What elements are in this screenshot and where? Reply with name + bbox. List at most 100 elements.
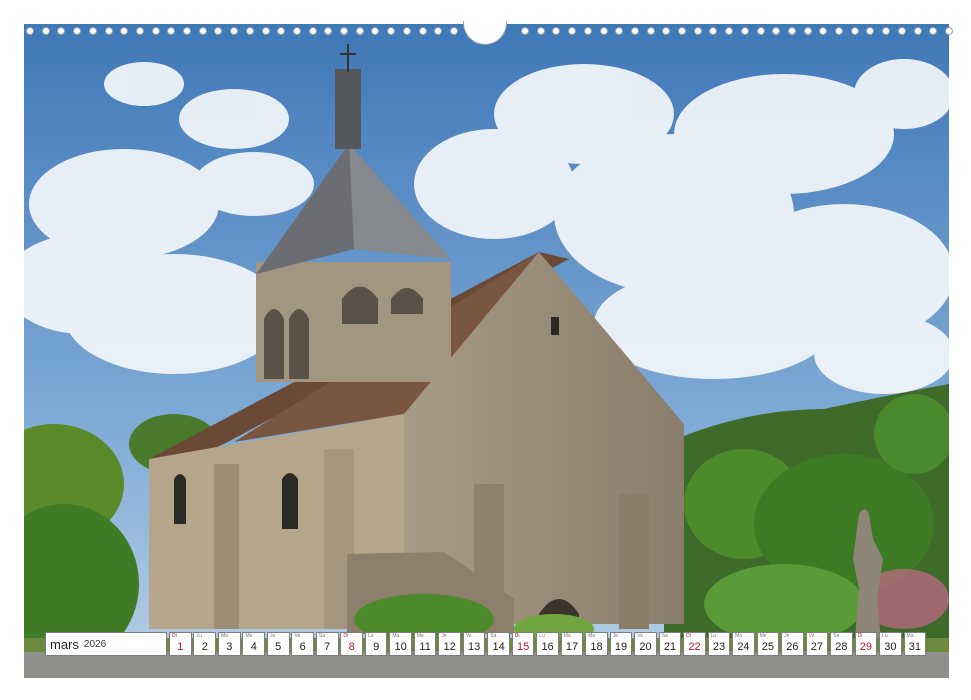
calendar-day: Sa 14 bbox=[487, 632, 510, 656]
day-number: 18 bbox=[590, 641, 603, 653]
binding-hole bbox=[599, 27, 608, 35]
day-number: 7 bbox=[324, 641, 331, 653]
church-photo-illustration bbox=[24, 24, 949, 678]
day-number: 19 bbox=[614, 641, 628, 653]
binding-hole bbox=[630, 27, 639, 35]
calendar-day: Me 25 bbox=[756, 632, 780, 656]
day-of-week: Me bbox=[588, 633, 596, 639]
day-of-week: Di bbox=[514, 633, 520, 639]
day-number: 28 bbox=[835, 641, 848, 653]
binding-hole bbox=[646, 27, 655, 35]
day-of-week: Je bbox=[784, 633, 790, 639]
day-of-week: Lu bbox=[710, 633, 717, 639]
binding-hole bbox=[135, 27, 144, 35]
binding-hole bbox=[104, 27, 113, 35]
calendar-day: Di 8 bbox=[340, 632, 363, 656]
binding-hole bbox=[449, 27, 458, 35]
binding-hole bbox=[245, 27, 254, 35]
calendar-day: Ve 13 bbox=[462, 632, 486, 656]
day-number: 10 bbox=[394, 641, 407, 653]
calendar-day: Je 5 bbox=[266, 632, 290, 656]
calendar-day: Di 1 bbox=[169, 632, 192, 656]
day-number: 17 bbox=[565, 641, 579, 653]
calendar-day: Ma 17 bbox=[560, 632, 584, 656]
calendar-day: Sa 7 bbox=[315, 632, 339, 656]
calendar-day: Ma 3 bbox=[217, 632, 241, 656]
binding-hole bbox=[740, 27, 749, 35]
day-of-week: Je bbox=[441, 633, 447, 639]
binding-hole bbox=[151, 27, 160, 35]
day-number: 1 bbox=[177, 641, 184, 653]
day-number: 2 bbox=[201, 641, 208, 653]
calendar-day: Je 12 bbox=[438, 632, 461, 656]
binding-hole bbox=[583, 27, 592, 35]
day-of-week: Di bbox=[857, 633, 863, 639]
year: 2026 bbox=[83, 638, 107, 650]
calendar-day: Je 19 bbox=[609, 632, 633, 656]
day-number: 5 bbox=[275, 641, 282, 653]
binding-hole bbox=[944, 27, 953, 35]
binding-hole bbox=[41, 27, 50, 35]
day-number: 14 bbox=[492, 641, 505, 653]
day-of-week: Di bbox=[686, 633, 691, 639]
binding-hole bbox=[292, 27, 301, 35]
calendar-day: Lu 9 bbox=[364, 632, 388, 656]
day-of-week: Lu bbox=[367, 633, 374, 639]
binding-hole bbox=[850, 27, 859, 35]
day-number: 6 bbox=[299, 641, 306, 653]
day-number: 24 bbox=[737, 641, 750, 653]
calendar-day: Lu 16 bbox=[536, 632, 559, 656]
day-number: 16 bbox=[541, 641, 554, 653]
calendar-day: Di 15 bbox=[511, 632, 535, 656]
month-name: mars bbox=[50, 636, 79, 652]
day-number: 9 bbox=[373, 641, 380, 653]
day-of-week: Ma bbox=[563, 633, 571, 639]
day-number: 21 bbox=[663, 641, 677, 653]
calendar-day: Ve 20 bbox=[634, 632, 657, 656]
day-of-week: Me bbox=[245, 633, 253, 639]
calendar-strip: mars 2026 Di 1 Lu 2 Ma 3 Me 4 Je 5 Ve 6 Sa 7 Di 8 Lu 9 Ma 1… bbox=[45, 632, 928, 656]
day-of-week: Ma bbox=[392, 633, 400, 639]
calendar-day: Ma 24 bbox=[732, 632, 755, 656]
day-of-week: Lu bbox=[196, 633, 203, 639]
day-number: 31 bbox=[908, 641, 921, 653]
day-of-week: Ma bbox=[906, 633, 914, 639]
calendar-day: Ma 10 bbox=[389, 632, 412, 656]
binding-hole bbox=[693, 27, 702, 35]
calendar-day: Lu 23 bbox=[707, 632, 731, 656]
binding-hole bbox=[521, 27, 529, 35]
day-number: 11 bbox=[419, 641, 431, 653]
binding-hole bbox=[803, 27, 812, 35]
day-number: 27 bbox=[810, 641, 824, 653]
month-label: mars 2026 bbox=[45, 632, 167, 656]
calendar-day: Sa 21 bbox=[658, 632, 682, 656]
day-of-week: Sa bbox=[490, 633, 497, 639]
day-of-week: Sa bbox=[661, 633, 668, 639]
calendar-day: Ve 6 bbox=[291, 632, 315, 656]
binding-hole bbox=[340, 27, 348, 35]
day-of-week: Ve bbox=[808, 633, 815, 639]
day-of-week: Je bbox=[612, 633, 618, 639]
day-number: 29 bbox=[859, 641, 872, 653]
day-number: 20 bbox=[639, 641, 652, 653]
day-number: 25 bbox=[761, 641, 775, 653]
day-number: 26 bbox=[786, 641, 799, 653]
day-number: 23 bbox=[712, 641, 726, 653]
day-of-week: Sa bbox=[833, 633, 840, 639]
calendar-day: Me 11 bbox=[413, 632, 437, 656]
calendar-photo bbox=[24, 24, 949, 678]
day-of-week: Me bbox=[759, 633, 767, 639]
binding-hole bbox=[897, 27, 906, 35]
binding-hole bbox=[355, 27, 364, 35]
calendar-day: Me 18 bbox=[585, 632, 608, 656]
calendar-day: Ma 31 bbox=[903, 632, 927, 656]
binding-hole bbox=[418, 27, 427, 35]
binding-hole bbox=[787, 27, 796, 35]
binding-hole bbox=[26, 27, 34, 35]
calendar-day: Lu 30 bbox=[879, 632, 902, 656]
calendar-day: Ve 27 bbox=[805, 632, 829, 656]
day-of-week: Ma bbox=[220, 633, 228, 639]
day-of-week: Sa bbox=[318, 633, 326, 639]
calendar-day: Me 4 bbox=[242, 632, 266, 656]
calendar-day: Di 22 bbox=[683, 632, 706, 656]
